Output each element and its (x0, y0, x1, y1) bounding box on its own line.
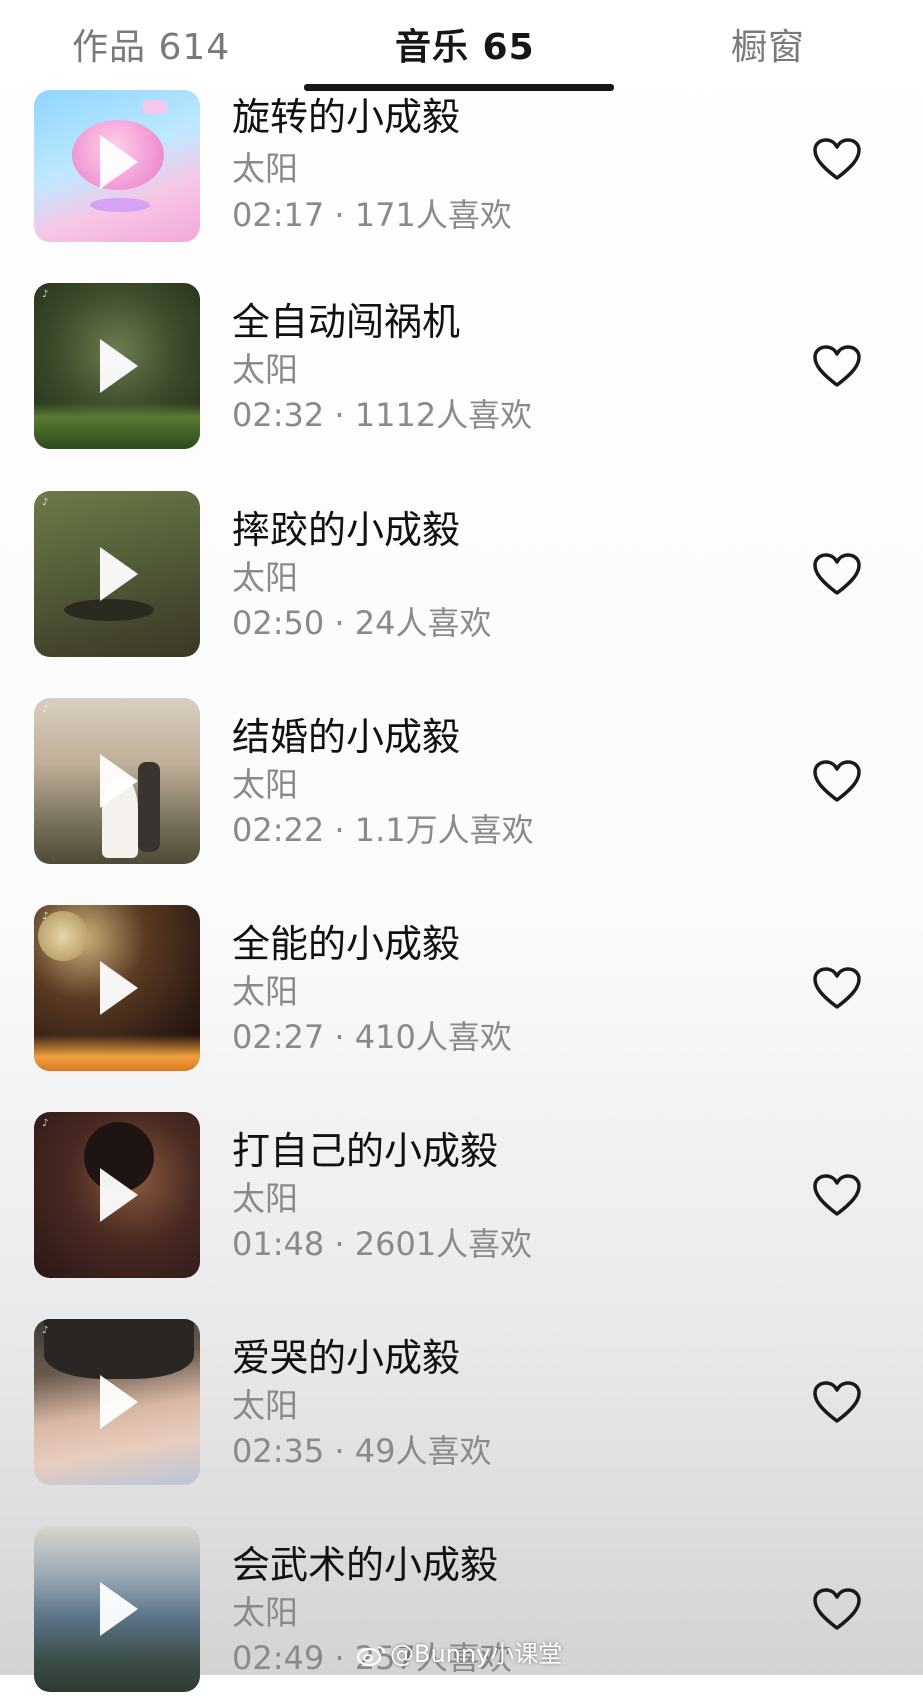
song-meta: 02:22 · 1.1万人喜欢 (232, 811, 534, 849)
play-icon (100, 1375, 138, 1429)
song-cover[interactable]: ♪ (34, 491, 200, 657)
tab-bar: 作品 614 音乐 65 橱窗 (0, 0, 923, 86)
heart-outline-icon[interactable] (813, 553, 861, 597)
song-artist[interactable]: 太阳 (232, 343, 298, 391)
cover-mark: ♪ (42, 289, 49, 300)
song-artist[interactable]: 太阳 (232, 1586, 298, 1634)
song-artist[interactable]: 太阳 (232, 758, 298, 806)
song-cover[interactable]: ♪ (34, 905, 200, 1071)
watermark: @Bunny小课堂 (356, 1634, 562, 1669)
song-artist[interactable]: 太阳 (232, 551, 298, 599)
song-meta: 02:27 · 410人喜欢 (232, 1018, 512, 1056)
play-icon (100, 1582, 138, 1636)
play-icon (100, 1168, 138, 1222)
song-row[interactable]: ♪ 结婚的小成毅 太阳 02:22 · 1.1万人喜欢 (0, 698, 923, 868)
song-row[interactable]: 会武术的小成毅 太阳 02:49 · 257人喜欢 (0, 1526, 923, 1696)
heart-outline-icon[interactable] (813, 345, 861, 389)
play-icon (100, 961, 138, 1015)
song-title: 结婚的小成毅 (232, 715, 461, 759)
song-title: 打自己的小成毅 (232, 1129, 499, 1173)
song-artist[interactable]: 太阳 (232, 1172, 298, 1220)
heart-outline-icon[interactable] (813, 967, 861, 1011)
play-icon (100, 135, 138, 189)
play-icon (100, 547, 138, 601)
heart-outline-icon[interactable] (813, 1174, 861, 1218)
tab-works[interactable]: 作品 614 (72, 18, 230, 70)
song-cover[interactable]: ♪ (34, 1319, 200, 1485)
song-title: 爱哭的小成毅 (232, 1336, 461, 1380)
song-cover[interactable]: ♪ (34, 698, 200, 864)
weibo-logo-icon (356, 1646, 385, 1666)
active-tab-indicator (304, 84, 614, 91)
cover-mark: ♪ (42, 911, 49, 922)
heart-outline-icon[interactable] (813, 1588, 861, 1632)
song-row[interactable]: ♪ 全能的小成毅 太阳 02:27 · 410人喜欢 (0, 905, 923, 1075)
tab-music[interactable]: 音乐 65 (395, 18, 535, 70)
play-icon (100, 339, 138, 393)
song-title: 摔跤的小成毅 (232, 508, 461, 552)
song-title: 会武术的小成毅 (232, 1543, 499, 1587)
song-meta: 02:50 · 24人喜欢 (232, 604, 492, 642)
song-cover[interactable]: ♪ (34, 283, 200, 449)
song-row[interactable]: ♪ 打自己的小成毅 太阳 01:48 · 2601人喜欢 (0, 1112, 923, 1282)
song-artist[interactable]: 太阳 (232, 142, 298, 190)
song-title: 旋转的小成毅 (232, 95, 461, 139)
heart-outline-icon[interactable] (813, 138, 861, 182)
cover-mark: ♪ (42, 497, 49, 508)
cover-mark: ♪ (42, 1118, 49, 1129)
song-row[interactable]: ♪ 摔跤的小成毅 太阳 02:50 · 24人喜欢 (0, 491, 923, 661)
song-cover[interactable] (34, 90, 200, 242)
song-meta: 02:17 · 171人喜欢 (232, 196, 512, 234)
song-cover[interactable] (34, 1526, 200, 1692)
watermark-text: @Bunny小课堂 (390, 1640, 563, 1668)
song-artist[interactable]: 太阳 (232, 965, 298, 1013)
song-meta: 02:35 · 49人喜欢 (232, 1432, 492, 1470)
song-title: 全自动闯祸机 (232, 300, 461, 344)
heart-outline-icon[interactable] (813, 760, 861, 804)
song-row[interactable]: ♪ 爱哭的小成毅 太阳 02:35 · 49人喜欢 (0, 1319, 923, 1489)
song-title: 全能的小成毅 (232, 922, 461, 966)
song-meta: 01:48 · 2601人喜欢 (232, 1225, 533, 1263)
song-row[interactable]: 旋转的小成毅 太阳 02:17 · 171人喜欢 (0, 86, 923, 256)
play-icon (100, 754, 138, 808)
song-row[interactable]: ♪ 全自动闯祸机 太阳 02:32 · 1112人喜欢 (0, 283, 923, 453)
heart-outline-icon[interactable] (813, 1381, 861, 1425)
cover-mark: ♪ (42, 704, 49, 715)
song-cover[interactable]: ♪ (34, 1112, 200, 1278)
cover-mark: ♪ (42, 1325, 49, 1336)
song-artist[interactable]: 太阳 (232, 1379, 298, 1427)
tab-shop[interactable]: 橱窗 (731, 18, 805, 70)
song-meta: 02:32 · 1112人喜欢 (232, 396, 533, 434)
